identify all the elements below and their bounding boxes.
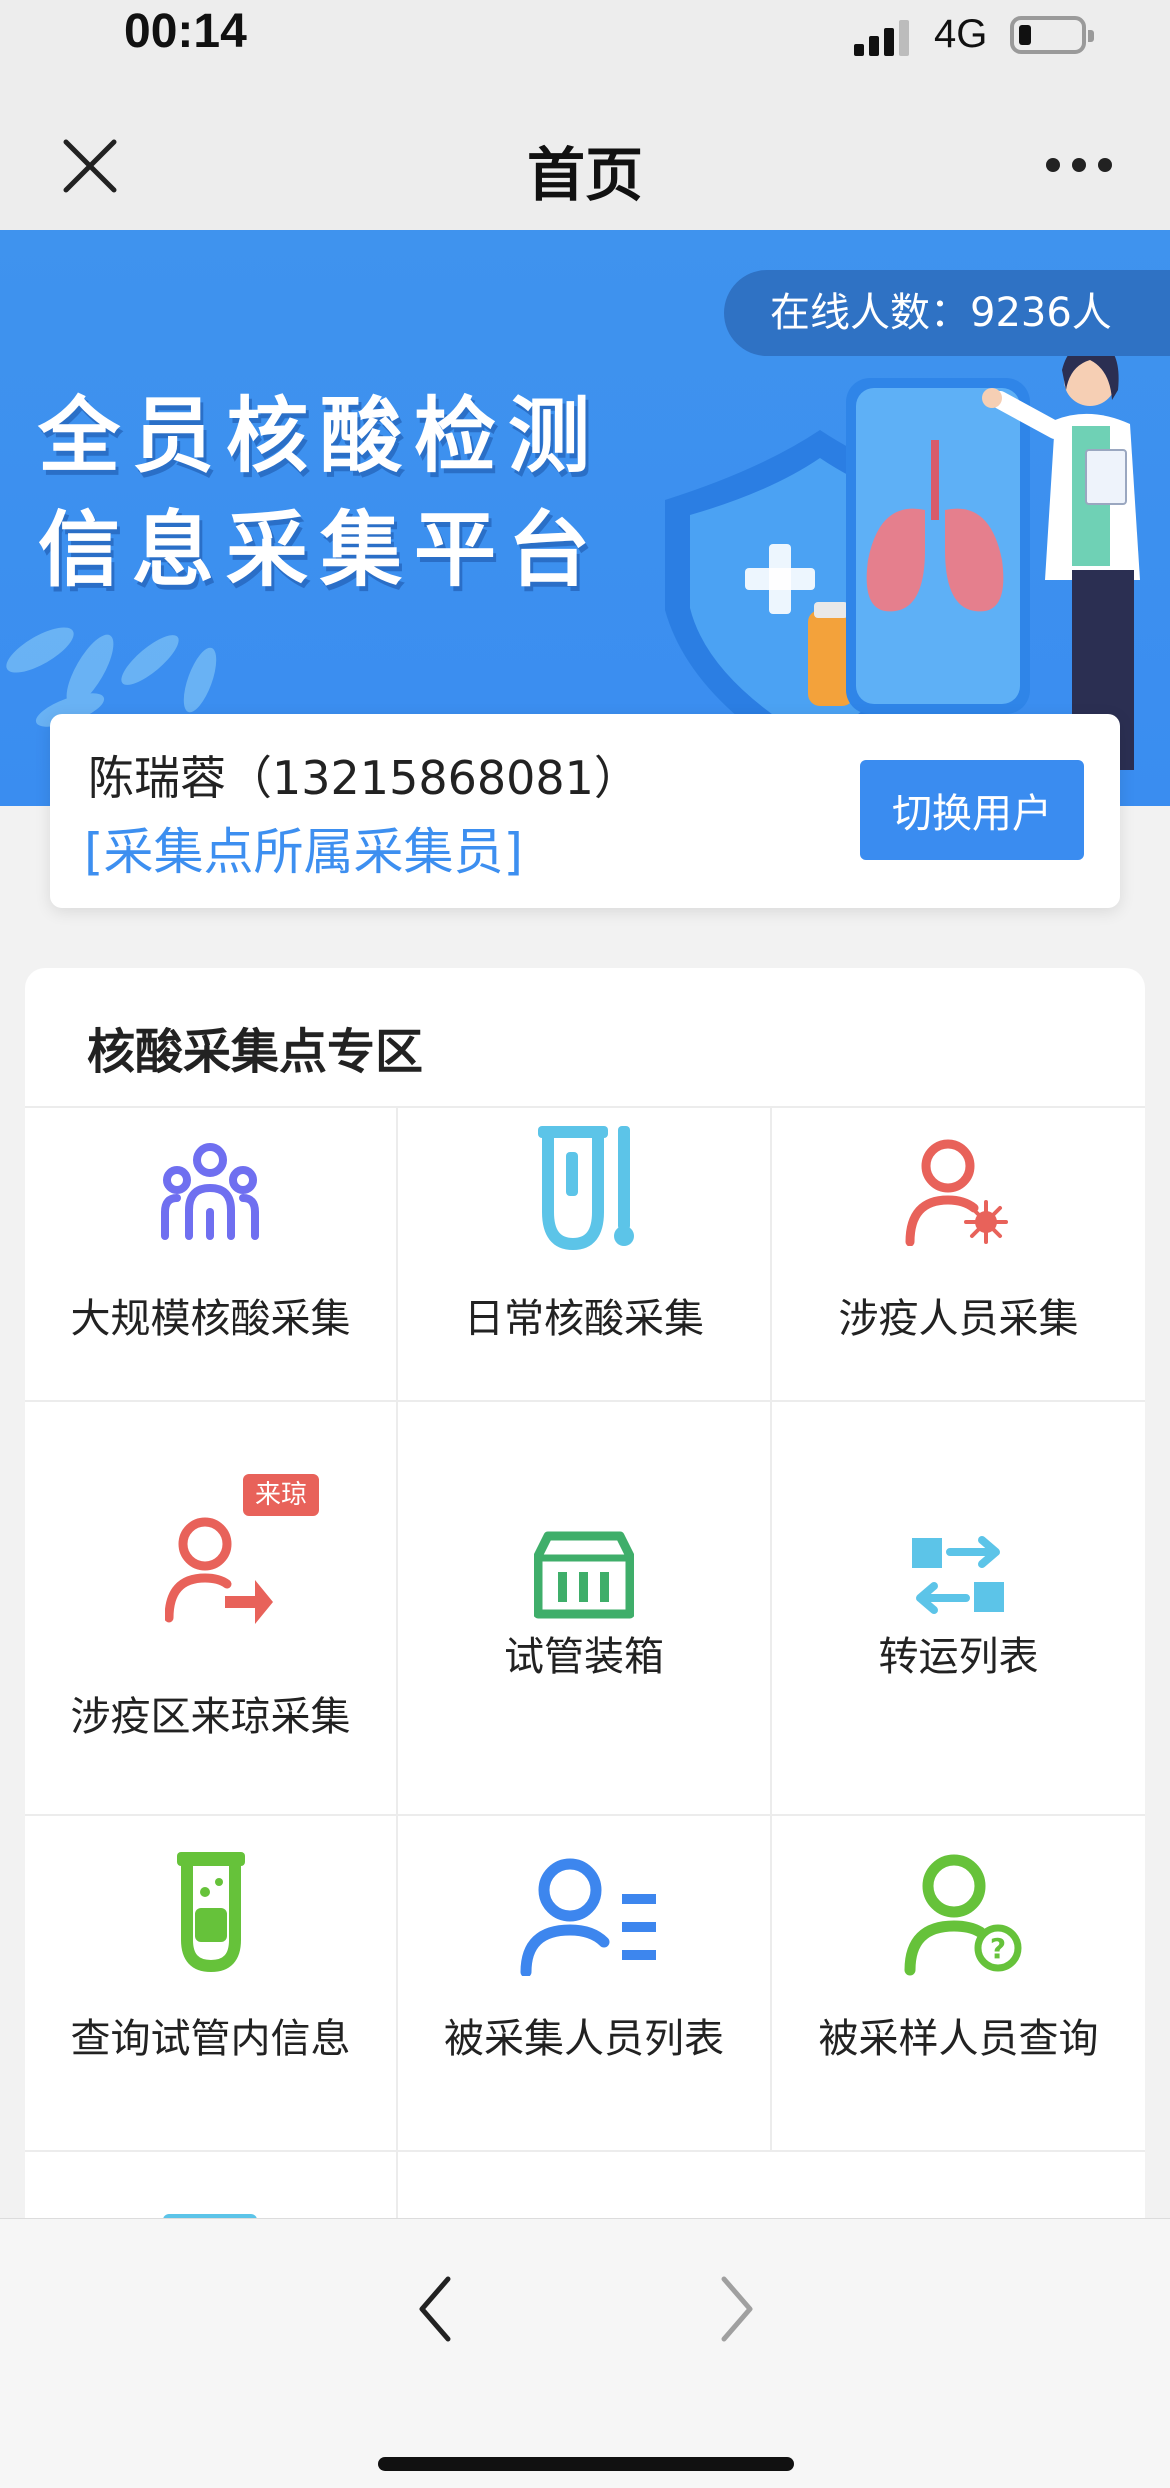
nav-bar: 首页 — [0, 80, 1170, 230]
home-indicator — [378, 2457, 794, 2471]
grid-item-sampled-query[interactable]: ? 被采样人员查询 — [772, 1816, 1145, 2150]
test-tube-icon — [177, 1852, 245, 1972]
status-time: 00:14 — [124, 5, 247, 58]
battery-icon — [1010, 16, 1094, 54]
status-bar: 00:14 4G — [0, 0, 1170, 80]
back-icon[interactable] — [410, 2269, 460, 2349]
grid-item-label: 查询试管内信息 — [70, 2016, 351, 2062]
grid-item-label: 试管装箱 — [504, 1634, 664, 1680]
forward-icon[interactable] — [712, 2269, 762, 2349]
grid-item-daily-collection[interactable]: 日常核酸采集 — [398, 1108, 770, 1400]
grid-item-label: 转运列表 — [878, 1634, 1039, 1680]
grid-item-label: 涉疫区来琼采集 — [70, 1694, 351, 1740]
user-role: [采集点所属采集员] — [84, 823, 524, 881]
page-title: 首页 — [526, 141, 643, 209]
network-type: 4G — [934, 12, 988, 56]
arrival-badge: 来琼 — [243, 1474, 320, 1516]
grid-item-mass-collection[interactable]: 大规模核酸采集 — [25, 1108, 396, 1400]
grid-item-label: 大规模核酸采集 — [70, 1296, 351, 1342]
box-icon — [534, 1531, 634, 1619]
person-question-icon: ? — [904, 1854, 1022, 1976]
grid-item-label: 涉疫人员采集 — [838, 1296, 1079, 1342]
svg-text:?: ? — [990, 1932, 1006, 1965]
switch-user-button[interactable]: 切换用户 — [860, 760, 1084, 860]
test-tube-swab-icon — [538, 1126, 634, 1251]
user-card: 陈瑞蓉（13215868081） [采集点所属采集员] 切换用户 — [50, 714, 1120, 908]
online-count: 在线人数：9236人 — [724, 270, 1170, 356]
grid-item-label: 被采集人员列表 — [444, 2016, 724, 2062]
grid-item-collected-list[interactable]: 被采集人员列表 — [398, 1816, 770, 2150]
group-icon — [161, 1143, 259, 1240]
banner-title-line2: 信息采集平台 — [38, 503, 603, 598]
grid-item-label: 日常核酸采集 — [464, 1296, 704, 1342]
person-virus-icon — [905, 1139, 1008, 1246]
grid-item-tube-boxing[interactable]: 试管装箱 — [398, 1402, 770, 1814]
grid-item-transfer-list[interactable]: 转运列表 — [772, 1402, 1145, 1814]
grid-item-epidemic-area-arrival[interactable]: 来琼 涉疫区来琼采集 — [25, 1402, 396, 1814]
browser-bottom-bar — [0, 2218, 1170, 2488]
divider — [25, 2150, 1145, 2152]
signal-icon — [854, 18, 912, 56]
section-title: 核酸采集点专区 — [87, 1024, 424, 1080]
transfer-icon — [912, 1536, 1004, 1614]
person-arrow-icon — [165, 1517, 273, 1624]
banner-title-line1: 全员核酸检测 — [38, 389, 603, 484]
collection-section: 核酸采集点专区 大规模核酸采集 日常核酸采集 涉疫人员采集 来琼 涉疫区来琼采集… — [25, 968, 1145, 2268]
more-icon[interactable] — [1046, 158, 1116, 178]
banner-title: 全员核酸检测 信息采集平台 — [38, 380, 602, 608]
grid-item-query-tube[interactable]: 查询试管内信息 — [25, 1816, 396, 2150]
user-name: 陈瑞蓉（13215868081） — [88, 751, 640, 805]
person-list-icon — [520, 1858, 656, 1976]
grid-item-epidemic-person[interactable]: 涉疫人员采集 — [772, 1108, 1145, 1400]
grid-item-label: 被采样人员查询 — [818, 2016, 1099, 2062]
